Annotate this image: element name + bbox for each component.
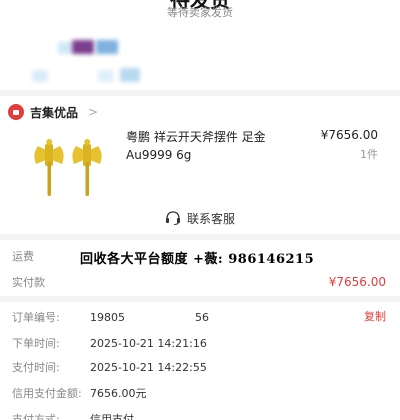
order-time-row: 下单时间: 2025-10-21 14:21:16 [12, 334, 386, 352]
gold-axe-icon [34, 139, 64, 196]
order-number-label: 订单编号: [12, 311, 60, 324]
redacted-block [32, 70, 48, 82]
pay-time-value: 2025-10-21 14:22:55 [90, 360, 207, 374]
product-image[interactable] [28, 132, 108, 202]
gold-axe-icon [72, 139, 102, 196]
chevron-right-icon: > [88, 105, 99, 119]
order-number-tail: 56 [195, 310, 209, 324]
paid-row: 实付款 ¥7656.00 [12, 272, 386, 292]
overlay-watermark-text: 回收各大平台额度 +薇: 986146215 [80, 252, 315, 267]
address-card[interactable] [0, 30, 400, 90]
contact-service-button[interactable]: 联系客服 [0, 208, 400, 228]
order-item-card: 吉集优品 > 粤鹏 祥云开天斧摆件 足金 Au9999 6g ¥7656.00 … [0, 96, 400, 234]
order-number-value: 19805 [90, 310, 125, 324]
order-time-value: 2025-10-21 14:21:16 [90, 336, 207, 350]
credit-amount-label: 信用支付金额: [12, 387, 82, 400]
shop-icon [8, 104, 24, 120]
product-price: ¥7656.00 [320, 128, 378, 142]
product-quantity: 1件 [360, 148, 378, 161]
copy-order-number-button[interactable]: 复制 [364, 308, 386, 324]
payment-method-row: 支付方式: 信用支付 [12, 410, 386, 420]
shop-name: 吉集优品 [30, 105, 79, 120]
headset-icon [165, 211, 180, 225]
redacted-block [72, 40, 94, 54]
redacted-block [98, 70, 114, 82]
order-status-subtitle: 等待卖家发货 [167, 6, 233, 19]
redacted-block [120, 68, 140, 82]
shop-row[interactable]: 吉集优品 > [8, 102, 98, 122]
contact-service-label: 联系客服 [186, 211, 235, 226]
product-title[interactable]: 粤鹏 祥云开天斧摆件 足金 Au9999 6g [126, 128, 306, 164]
paid-label: 实付款 [12, 276, 45, 289]
redacted-block [96, 40, 118, 54]
paid-amount: ¥7656.00 [328, 275, 386, 289]
pay-time-row: 支付时间: 2025-10-21 14:22:55 [12, 358, 386, 376]
redacted-block [58, 42, 72, 54]
payment-method-value: 信用支付 [90, 413, 134, 420]
credit-amount-row: 信用支付金额: 7656.00元 [12, 384, 386, 402]
credit-amount-value: 7656.00元 [90, 387, 147, 400]
pay-time-label: 支付时间: [12, 361, 60, 374]
order-number-row: 订单编号: 19805 56 [12, 308, 386, 326]
payment-method-label: 支付方式: [12, 413, 60, 420]
order-time-label: 下单时间: [12, 337, 60, 350]
order-status-header: 待发货 等待卖家发货 [0, 0, 400, 34]
order-details-card: 订单编号: 19805 56 复制 下单时间: 2025-10-21 14:21… [0, 302, 400, 420]
shipping-label: 运费 [12, 250, 34, 263]
